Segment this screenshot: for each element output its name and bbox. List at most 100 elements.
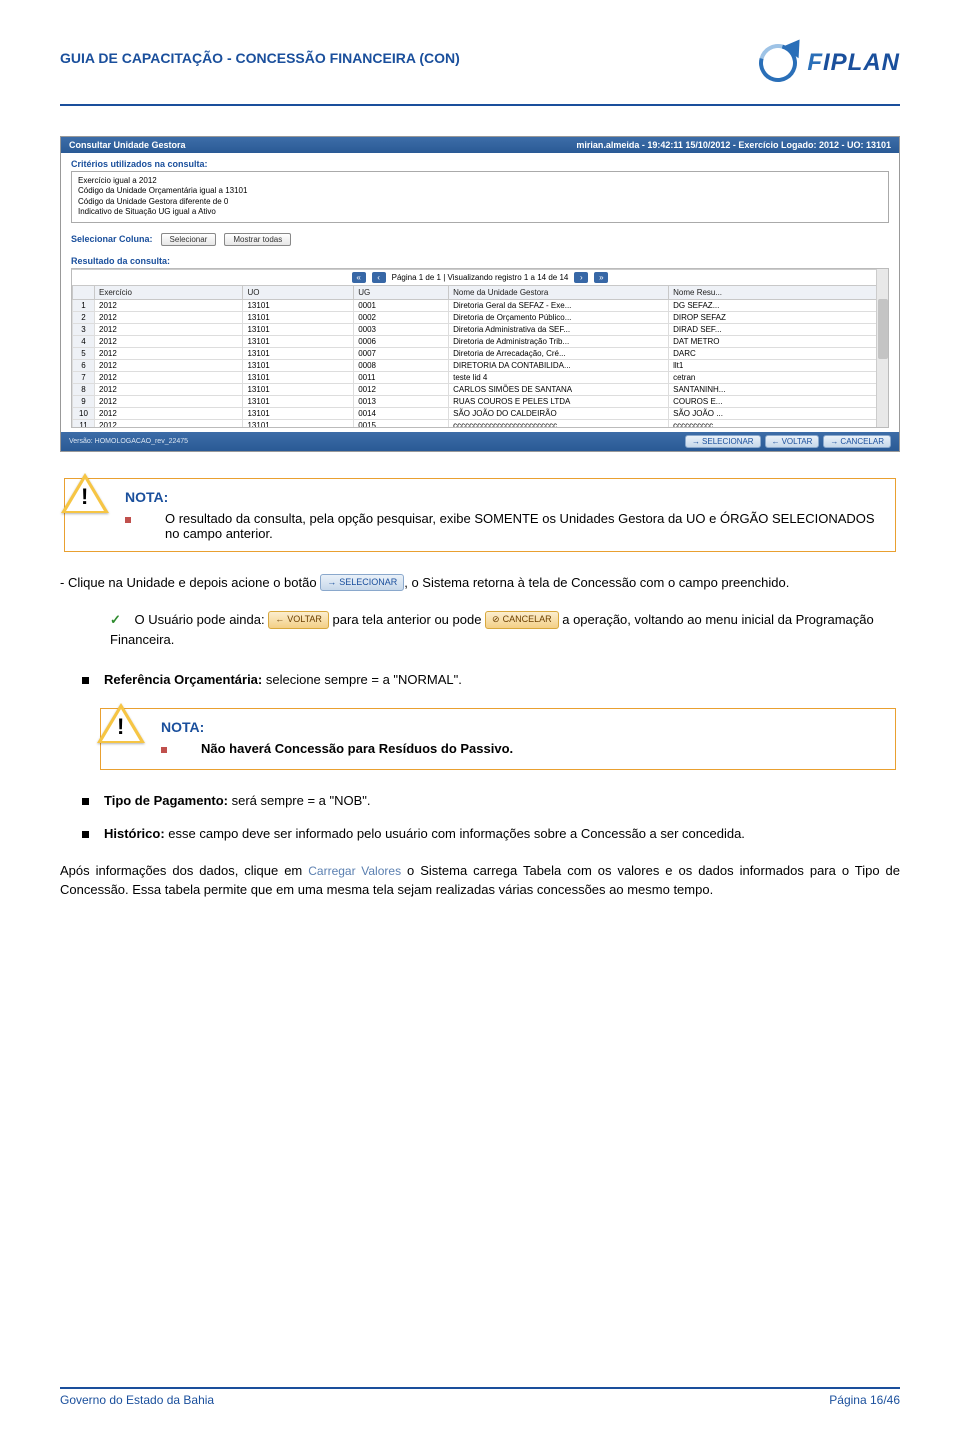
table-cell: CARLOS SIMÕES DE SANTANA [449, 383, 669, 395]
table-row[interactable]: 32012131010003Diretoria Administrativa d… [73, 323, 888, 335]
window-user-info: mirian.almeida - 19:42:11 15/10/2012 - E… [576, 140, 891, 150]
result-label: Resultado da consulta: [71, 256, 889, 266]
table-cell: 0012 [354, 383, 449, 395]
table-cell: cccccccccccccccccccccccccc... [449, 419, 669, 428]
table-row[interactable]: 42012131010006Diretoria de Administração… [73, 335, 888, 347]
table-cell: 2012 [95, 395, 243, 407]
table-cell: 13101 [243, 323, 354, 335]
bullet-square-icon [161, 747, 167, 753]
note-box: ! NOTA: Não haverá Concessão para Resídu… [100, 708, 896, 770]
footer-left: Governo do Estado da Bahia [60, 1393, 214, 1407]
table-cell: 0001 [354, 299, 449, 311]
col-header[interactable]: Nome da Unidade Gestora [449, 285, 669, 299]
table-cell: SÃO JOÃO ... [669, 407, 888, 419]
app-window: Consultar Unidade Gestora mirian.almeida… [60, 136, 900, 452]
table-cell: SÃO JOÃO DO CALDEIRÃO [449, 407, 669, 419]
table-cell: DIRAD SEF... [669, 323, 888, 335]
table-cell: 0006 [354, 335, 449, 347]
bullet-referencia: Referência Orçamentária: selecione sempr… [82, 671, 900, 690]
table-cell: 2012 [95, 371, 243, 383]
carregar-valores-link[interactable]: Carregar Valores [308, 864, 401, 878]
col-header[interactable]: Nome Resu... [669, 285, 888, 299]
footer-divider [60, 1387, 900, 1389]
table-cell: 0015 [354, 419, 449, 428]
table-cell: 0002 [354, 311, 449, 323]
paragraph-usercan: ✓ O Usuário pode ainda: ←VOLTAR para tel… [110, 610, 900, 649]
note-box: ! NOTA: O resultado da consulta, pela op… [64, 478, 896, 552]
footer-cancel-button[interactable]: → CANCELAR [823, 435, 891, 448]
table-cell: teste lid 4 [449, 371, 669, 383]
footer-select-button[interactable]: → SELECIONAR [685, 435, 761, 448]
table-cell: 13101 [243, 371, 354, 383]
table-cell: 2012 [95, 311, 243, 323]
pager-first-icon[interactable]: « [352, 272, 366, 283]
col-header[interactable]: UG [354, 285, 449, 299]
table-row[interactable]: 12012131010001Diretoria Geral da SEFAZ -… [73, 299, 888, 311]
inline-voltar-button[interactable]: ←VOLTAR [268, 611, 329, 629]
table-cell: 11 [73, 419, 95, 428]
table-cell: COUROS E... [669, 395, 888, 407]
table-cell: 0011 [354, 371, 449, 383]
logo-text: FIPLAN [807, 49, 900, 77]
table-cell: 13101 [243, 335, 354, 347]
fiplan-logo: FIPLAN [757, 40, 900, 86]
table-cell: Diretoria de Arrecadação, Cré... [449, 347, 669, 359]
table-cell: 9 [73, 395, 95, 407]
table-cell: 2012 [95, 407, 243, 419]
select-column-button[interactable]: Selecionar [161, 233, 217, 246]
table-cell: cetran [669, 371, 888, 383]
table-cell: 13101 [243, 347, 354, 359]
scrollbar[interactable] [876, 269, 888, 427]
bullet-tipo: Tipo de Pagamento: será sempre = a "NOB"… [82, 792, 900, 811]
table-cell: 13101 [243, 359, 354, 371]
table-cell: 2012 [95, 383, 243, 395]
table-cell: 6 [73, 359, 95, 371]
table-cell: 13101 [243, 419, 354, 428]
table-cell: 2012 [95, 347, 243, 359]
table-row[interactable]: 92012131010013RUAS COUROS E PELES LTDACO… [73, 395, 888, 407]
inline-cancelar-button[interactable]: ⊘ CANCELAR [485, 611, 559, 629]
table-row[interactable]: 62012131010008DIRETORIA DA CONTABILIDA..… [73, 359, 888, 371]
col-header[interactable]: Exercício [95, 285, 243, 299]
table-cell: 1 [73, 299, 95, 311]
table-row[interactable]: 82012131010012CARLOS SIMÕES DE SANTANASA… [73, 383, 888, 395]
table-cell: DG SEFAZ... [669, 299, 888, 311]
table-cell: 2 [73, 311, 95, 323]
scroll-thumb[interactable] [878, 299, 888, 359]
pager-next-icon[interactable]: › [574, 272, 588, 283]
bullet-historico: Histórico: esse campo deve ser informado… [82, 825, 900, 844]
pager-last-icon[interactable]: » [594, 272, 608, 283]
table-row[interactable]: 52012131010007Diretoria de Arrecadação, … [73, 347, 888, 359]
table-row[interactable]: 112012131010015ccccccccccccccccccccccccc… [73, 419, 888, 428]
col-header[interactable]: UO [243, 285, 354, 299]
pager-prev-icon[interactable]: ‹ [372, 272, 386, 283]
table-row[interactable]: 72012131010011teste lid 4cetran [73, 371, 888, 383]
table-cell: DARC [669, 347, 888, 359]
criteria-line: Código da Unidade Orçamentária igual a 1… [78, 186, 882, 196]
table-cell: DIROP SEFAZ [669, 311, 888, 323]
table-cell: 5 [73, 347, 95, 359]
table-cell: 2012 [95, 299, 243, 311]
table-cell: 2012 [95, 335, 243, 347]
table-cell: 10 [73, 407, 95, 419]
table-cell: Diretoria de Administração Trib... [449, 335, 669, 347]
note-title: NOTA: [125, 489, 881, 505]
note-text: Não haverá Concessão para Resíduos do Pa… [201, 741, 513, 756]
result-grid: « ‹ Página 1 de 1 | Visualizando registr… [71, 268, 889, 428]
footer-back-button[interactable]: ← VOLTAR [765, 435, 820, 448]
criteria-line: Indicativo de Situação UG igual a Ativo [78, 207, 882, 217]
table-cell: 4 [73, 335, 95, 347]
table-row[interactable]: 22012131010002Diretoria de Orçamento Púb… [73, 311, 888, 323]
table-cell: 13101 [243, 311, 354, 323]
check-icon: ✓ [110, 612, 121, 627]
table-cell: 3 [73, 323, 95, 335]
paragraph-click: - Clique na Unidade e depois acione o bo… [60, 574, 900, 593]
table-cell: Diretoria Geral da SEFAZ - Exe... [449, 299, 669, 311]
header-divider [60, 104, 900, 106]
inline-select-button[interactable]: →SELECIONAR [320, 574, 404, 591]
table-row[interactable]: 102012131010014SÃO JOÃO DO CALDEIRÃOSÃO … [73, 407, 888, 419]
table-cell: Diretoria Administrativa da SEF... [449, 323, 669, 335]
criteria-box: Exercício igual a 2012 Código da Unidade… [71, 171, 889, 223]
show-all-button[interactable]: Mostrar todas [224, 233, 291, 246]
table-cell: 0014 [354, 407, 449, 419]
